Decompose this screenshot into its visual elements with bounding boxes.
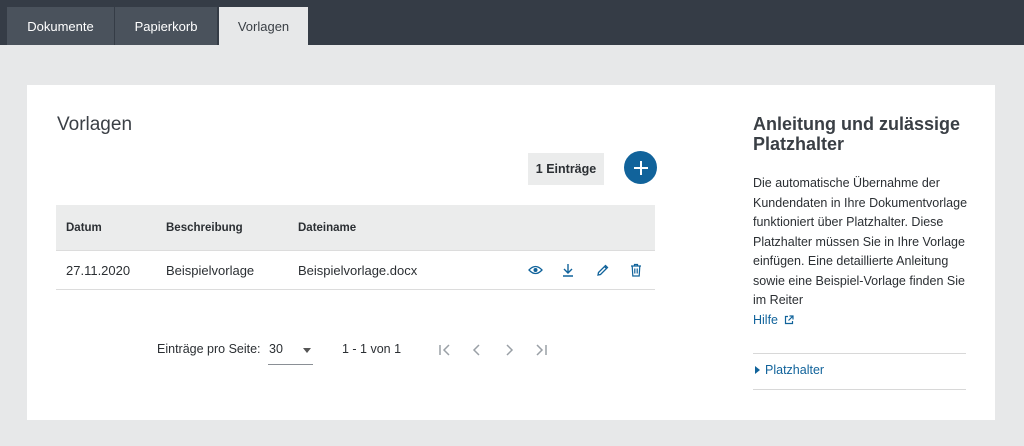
cell-date: 27.11.2020 (66, 262, 131, 278)
chevron-left-icon (472, 344, 480, 356)
plus-icon (633, 160, 648, 175)
column-header-beschreibung[interactable]: Beschreibung (166, 205, 243, 250)
delete-button[interactable] (627, 261, 645, 279)
last-page-icon (536, 344, 547, 356)
help-link-label: Hilfe (753, 312, 779, 327)
chevron-right-icon (506, 344, 514, 356)
eye-icon (527, 265, 543, 275)
sidebar-title: Anleitung und zulässige Platzhalter (753, 114, 961, 154)
download-icon (563, 264, 573, 277)
edit-button[interactable] (593, 261, 611, 279)
divider (753, 353, 966, 354)
table-header: Datum Beschreibung Dateiname (56, 205, 655, 250)
sidebar-description: Die automatische Übernahme der Kundendat… (753, 174, 978, 330)
entry-count-badge: 1 Einträge (528, 153, 604, 185)
trash-icon (631, 263, 641, 277)
accordion-label: Platzhalter (765, 363, 825, 377)
divider (753, 389, 966, 390)
sidebar-description-text: Die automatische Übernahme der Kundendat… (753, 176, 968, 307)
per-page-select[interactable]: 30 (268, 335, 313, 365)
top-navigation-bar: Dokumente Papierkorb Vorlagen (0, 0, 1024, 45)
page-range-label: 1 - 1 von 1 (342, 342, 402, 356)
next-page-button[interactable] (499, 340, 519, 360)
add-template-button[interactable] (624, 151, 657, 184)
tab-papierkorb[interactable]: Papierkorb (115, 7, 217, 45)
triangle-right-icon (755, 366, 760, 374)
last-page-button[interactable] (531, 340, 551, 360)
first-page-button[interactable] (435, 340, 455, 360)
download-button[interactable] (559, 261, 577, 279)
accordion-platzhalter[interactable]: Platzhalter (755, 363, 824, 377)
pencil-icon (596, 264, 608, 276)
column-header-dateiname[interactable]: Dateiname (298, 205, 356, 250)
cell-description: Beispielvorlage (166, 262, 255, 278)
per-page-label: Einträge pro Seite: (157, 342, 261, 356)
cell-filename: Beispielvorlage.docx (298, 262, 418, 278)
table-row: 27.11.2020 Beispielvorlage Beispielvorla… (56, 250, 655, 290)
help-link[interactable]: Hilfe (753, 313, 794, 327)
column-header-datum[interactable]: Datum (66, 205, 102, 250)
tab-dokumente[interactable]: Dokumente (7, 7, 114, 45)
dropdown-arrow-icon (303, 348, 311, 353)
preview-button[interactable] (526, 261, 544, 279)
page-title: Vorlagen (57, 114, 133, 135)
content-card: Vorlagen 1 Einträge Datum Beschreibung D… (27, 85, 995, 420)
external-link-icon (784, 314, 794, 324)
previous-page-button[interactable] (467, 340, 487, 360)
per-page-value: 30 (269, 342, 283, 356)
first-page-icon (439, 344, 450, 356)
tab-vorlagen[interactable]: Vorlagen (219, 7, 308, 45)
